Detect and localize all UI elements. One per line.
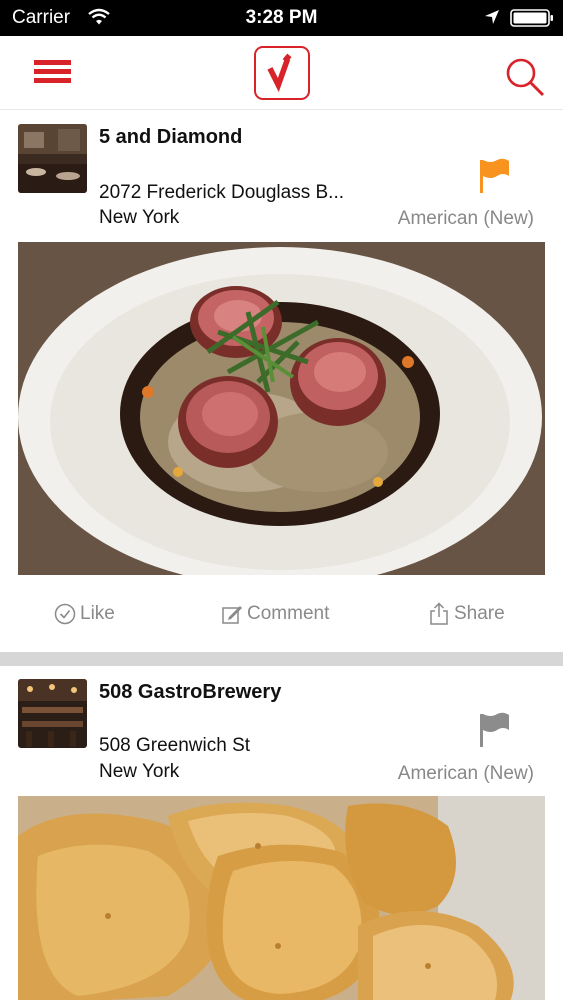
restaurant-city: New York bbox=[99, 207, 180, 228]
like-label: Like bbox=[80, 603, 115, 624]
battery-icon bbox=[510, 9, 553, 27]
restaurant-address: 2072 Frederick Douglass B... bbox=[99, 182, 345, 203]
status-time: 3:28 PM bbox=[245, 7, 318, 28]
status-bar: Carrier 3:28 PM bbox=[0, 0, 563, 36]
like-button[interactable]: Like bbox=[54, 601, 115, 627]
flag-icon[interactable] bbox=[477, 158, 511, 194]
menu-button[interactable] bbox=[34, 60, 74, 90]
restaurant-address: 508 Greenwich St bbox=[99, 735, 251, 756]
action-bar: Like Comment Share bbox=[0, 575, 563, 652]
nav-bar bbox=[0, 36, 563, 110]
search-icon[interactable] bbox=[502, 54, 546, 98]
flag-icon[interactable] bbox=[477, 712, 511, 748]
cuisine-label: American (New) bbox=[397, 208, 534, 229]
restaurant-name[interactable]: 5 and Diamond bbox=[99, 126, 242, 149]
checkmark-logo-icon bbox=[267, 53, 292, 93]
hamburger-icon bbox=[34, 60, 71, 65]
location-arrow-icon bbox=[485, 10, 499, 24]
comment-button[interactable]: Comment bbox=[221, 601, 329, 627]
share-button[interactable]: Share bbox=[428, 601, 505, 627]
restaurant-name[interactable]: 508 GastroBrewery bbox=[99, 681, 281, 704]
share-icon bbox=[430, 602, 448, 625]
comment-label: Comment bbox=[247, 603, 330, 624]
cuisine-label: American (New) bbox=[397, 763, 534, 784]
feed-card[interactable]: 5 and Diamond 2072 Frederick Douglass B.… bbox=[0, 112, 563, 652]
like-check-icon bbox=[54, 603, 76, 625]
app-logo[interactable] bbox=[254, 46, 310, 100]
restaurant-thumbnail[interactable] bbox=[18, 124, 87, 193]
compose-icon bbox=[222, 606, 242, 624]
food-photo[interactable] bbox=[18, 796, 545, 1000]
restaurant-thumbnail[interactable] bbox=[18, 679, 87, 748]
food-photo[interactable] bbox=[18, 242, 545, 575]
share-label: Share bbox=[454, 603, 505, 624]
restaurant-city: New York bbox=[99, 761, 180, 782]
card-divider bbox=[0, 652, 563, 666]
feed-card[interactable]: 508 GastroBrewery 508 Greenwich St New Y… bbox=[0, 666, 563, 1000]
